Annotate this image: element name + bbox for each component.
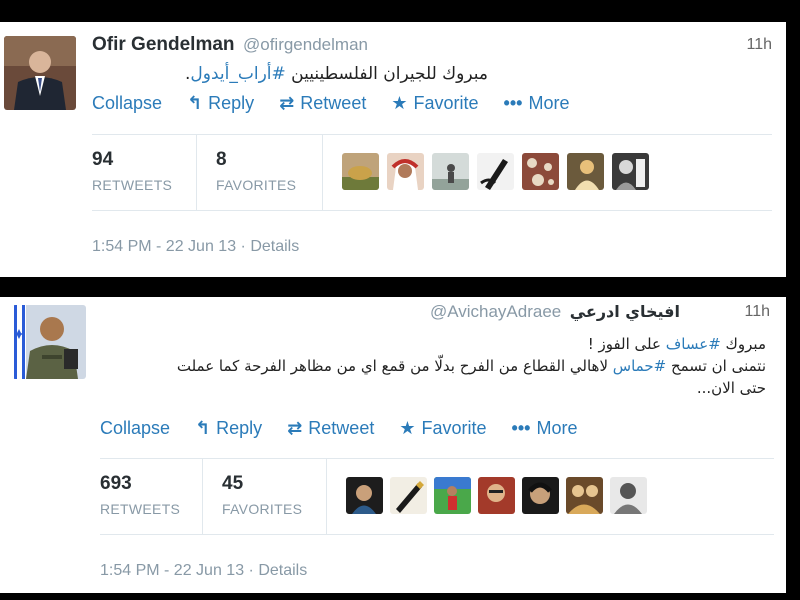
tweet-footer: 1:54 PM - 22 Jun 13 · Details	[100, 562, 307, 580]
stat-divider	[196, 135, 197, 210]
favorites-stat[interactable]: 8 FAVORITES	[216, 149, 296, 193]
tweet-text-line: نتمنى ان تسمح #حماس لاهالي القطاع من الف…	[86, 355, 766, 377]
more-label: More	[536, 418, 578, 438]
favorite-label: Favorite	[421, 418, 487, 438]
star-icon: ★	[391, 93, 408, 113]
retweets-stat[interactable]: 94 RETWEETS	[92, 149, 172, 193]
retweeter-avatar[interactable]	[566, 477, 603, 514]
reply-button[interactable]: ↰ Reply	[195, 418, 262, 439]
footer-separator: ·	[244, 562, 259, 579]
tweet-text-part: مبروك	[720, 335, 766, 353]
tweet-actions: Collapse ↰ Reply ⇄ Retweet ★ Favorite ••• Mo…	[92, 93, 589, 114]
user-handle[interactable]: @AvichayAdraee	[430, 302, 561, 321]
tweet-actions: Collapse ↰ Reply ⇄ Retweet ★ Favorite ••• Mo…	[100, 418, 597, 439]
stat-divider	[322, 135, 323, 210]
retweeter-avatar[interactable]	[567, 153, 604, 190]
divider	[100, 534, 774, 535]
collapse-button[interactable]: Collapse	[92, 93, 162, 114]
retweeter-avatar[interactable]	[432, 153, 469, 190]
star-icon: ★	[399, 418, 416, 438]
tweet-text-part: مبروك للجيران الفلسطينيين	[285, 64, 488, 84]
retweets-count: 94	[92, 149, 114, 170]
retweets-label: RETWEETS	[92, 177, 173, 193]
divider	[92, 210, 772, 211]
retweeter-avatar[interactable]	[342, 153, 379, 190]
ellipsis-icon: •••	[503, 93, 523, 113]
tweet-text-line: مبروك #عساف على الفوز !	[86, 333, 766, 355]
hashtag-link[interactable]: #أراب_أيدول	[190, 64, 285, 84]
reply-button[interactable]: ↰ Reply	[187, 93, 254, 114]
tweet-card: Ofir Gendelman @ofirgendelman 11h مبروك …	[0, 22, 786, 277]
avatar[interactable]	[12, 305, 86, 379]
tweet-text-part: لاهالي القطاع من الفرح بدلّا من قمع اي م…	[176, 357, 613, 375]
favorites-count: 45	[222, 473, 244, 494]
more-button[interactable]: ••• More	[512, 418, 578, 439]
user-name[interactable]: افيخاي ادرعي	[570, 302, 680, 321]
retweet-button[interactable]: ⇄ Retweet	[287, 418, 374, 439]
retweeter-avatar[interactable]	[346, 477, 383, 514]
favorites-label: FAVORITES	[216, 177, 297, 193]
reply-arrow-icon: ↰	[195, 418, 211, 438]
more-label: More	[528, 93, 570, 113]
tweet-text: مبروك للجيران الفلسطينيين #أراب_أيدول.	[185, 64, 488, 84]
tweet-timestamp[interactable]: 1:54 PM - 22 Jun 13	[92, 238, 236, 255]
retweet-button[interactable]: ⇄ Retweet	[279, 93, 366, 114]
details-link[interactable]: Details	[250, 238, 299, 255]
tweet-header: Ofir Gendelman @ofirgendelman	[92, 34, 368, 56]
retweeter-avatar[interactable]	[522, 477, 559, 514]
favorites-stat[interactable]: 45 FAVORITES	[222, 473, 302, 517]
stat-divider	[326, 459, 327, 534]
retweeter-avatar[interactable]	[522, 153, 559, 190]
divider	[92, 134, 772, 135]
retweeter-avatar[interactable]	[478, 477, 515, 514]
retweet-label: Retweet	[308, 418, 375, 438]
tweet-time[interactable]: 11h	[746, 36, 772, 54]
collapse-button[interactable]: Collapse	[100, 418, 170, 439]
tweet-footer: 1:54 PM - 22 Jun 13 · Details	[92, 238, 299, 256]
avatar[interactable]	[4, 36, 76, 110]
retweeter-avatar[interactable]	[390, 477, 427, 514]
footer-separator: ·	[236, 238, 251, 255]
tweet-card: @AvichayAdraee افيخاي ادرعي 11h مبروك #ع…	[0, 297, 786, 593]
retweets-label: RETWEETS	[100, 501, 181, 517]
details-link[interactable]: Details	[258, 562, 307, 579]
favorites-label: FAVORITES	[222, 501, 303, 517]
tweet-text-line: حتى الان...	[696, 379, 766, 397]
tweet-text-part: نتمنى ان تسمح	[666, 357, 766, 375]
reply-label: Reply	[208, 93, 255, 113]
retweets-stat[interactable]: 693 RETWEETS	[100, 473, 180, 517]
collapse-label: Collapse	[100, 418, 171, 438]
more-button[interactable]: ••• More	[504, 93, 570, 114]
retweets-count: 693	[100, 473, 132, 494]
reply-arrow-icon: ↰	[187, 93, 203, 113]
retweeter-avatar[interactable]	[387, 153, 424, 190]
user-handle[interactable]: @ofirgendelman	[243, 35, 368, 54]
ellipsis-icon: •••	[511, 418, 531, 438]
retweeter-avatar[interactable]	[434, 477, 471, 514]
retweet-icon: ⇄	[279, 93, 295, 113]
reply-label: Reply	[216, 418, 263, 438]
retweeter-avatar[interactable]	[477, 153, 514, 190]
favorites-count: 8	[216, 149, 227, 170]
tweet-header: @AvichayAdraee افيخاي ادرعي	[430, 302, 680, 322]
hashtag-link[interactable]: #عساف	[666, 335, 721, 353]
tweet-time[interactable]: 11h	[744, 303, 770, 321]
tweet-text-part: على الفوز !	[587, 335, 666, 353]
favorite-button[interactable]: ★ Favorite	[391, 93, 478, 114]
retweet-icon: ⇄	[287, 418, 303, 438]
favorite-label: Favorite	[413, 93, 479, 113]
tweet-timestamp[interactable]: 1:54 PM - 22 Jun 13	[100, 562, 244, 579]
hashtag-link[interactable]: #حماس	[613, 357, 666, 375]
retweeter-avatar[interactable]	[612, 153, 649, 190]
stat-divider	[202, 459, 203, 534]
tweet-text: مبروك #عساف على الفوز ! نتمنى ان تسمح #ح…	[86, 333, 766, 399]
collapse-label: Collapse	[92, 93, 163, 113]
retweet-label: Retweet	[300, 93, 367, 113]
retweeter-avatar[interactable]	[610, 477, 647, 514]
user-name[interactable]: Ofir Gendelman	[92, 34, 235, 55]
favorite-button[interactable]: ★ Favorite	[399, 418, 486, 439]
